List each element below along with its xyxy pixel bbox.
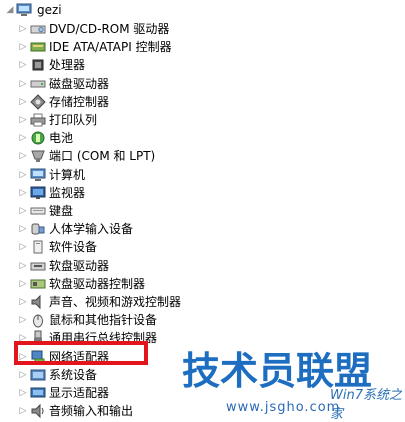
battery-icon	[30, 130, 46, 146]
tree-item-label: 磁盘驱动器	[49, 76, 110, 91]
collapsed-arrow-icon[interactable]: ▷	[16, 184, 30, 202]
tree-item-label: 监视器	[49, 185, 86, 200]
collapsed-arrow-icon[interactable]: ▷	[16, 275, 30, 293]
collapsed-arrow-icon[interactable]: ▷	[16, 220, 30, 238]
tree-item-label: 键盘	[49, 204, 74, 218]
processor-icon	[30, 57, 46, 73]
tree-item-label: 存储控制器	[49, 94, 110, 109]
collapsed-arrow-icon[interactable]: ▷	[16, 20, 30, 38]
highlight-rectangle	[14, 341, 148, 365]
collapsed-arrow-icon[interactable]: ▷	[16, 93, 30, 111]
mouse-icon	[30, 312, 46, 328]
tree-item-label: 计算机	[49, 167, 86, 182]
collapsed-arrow-icon[interactable]: ▷	[16, 147, 30, 165]
tree-item-label: 显示适配器	[49, 386, 110, 400]
collapsed-arrow-icon[interactable]: ▷	[16, 238, 30, 256]
tree-item[interactable]: ▷ 软盘驱动器	[16, 257, 109, 275]
watermark: 技术员联盟 Win7系统之家 www.jsgho.com	[182, 340, 405, 422]
computer-icon	[16, 2, 32, 18]
collapsed-arrow-icon[interactable]: ▷	[16, 129, 30, 147]
root-label: gezi	[37, 3, 62, 17]
monitor-icon	[30, 185, 46, 201]
collapsed-arrow-icon[interactable]: ▷	[16, 293, 30, 311]
collapsed-arrow-icon[interactable]: ▷	[16, 56, 30, 74]
watermark-subtitle: Win7系统之家	[330, 388, 402, 422]
tree-item-label: 软件设备	[49, 240, 98, 255]
tree-item-label: 端口 (COM 和 LPT)	[49, 149, 156, 164]
software-device-icon	[30, 239, 46, 255]
tree-root-node[interactable]: ◢ gezi	[4, 1, 62, 19]
floppy-controller-icon	[30, 276, 46, 292]
keyboard-icon	[30, 203, 46, 219]
display-adapter-icon	[30, 385, 46, 401]
floppy-drive-icon	[30, 258, 46, 274]
computer-icon	[30, 167, 46, 183]
tree-item-label: 处理器	[49, 58, 86, 73]
storage-controller-icon	[30, 94, 46, 110]
tree-item[interactable]: ▷ 磁盘驱动器	[16, 75, 109, 93]
port-icon	[30, 148, 46, 164]
tree-item-label: 电池	[49, 131, 74, 146]
dvd-drive-icon	[30, 21, 46, 37]
tree-item[interactable]: ▷ DVD/CD-ROM 驱动器	[16, 20, 170, 38]
collapsed-arrow-icon[interactable]: ▷	[16, 257, 30, 275]
tree-item-label: 鼠标和其他指针设备	[49, 313, 158, 328]
speaker-icon	[30, 294, 46, 310]
collapsed-arrow-icon[interactable]: ▷	[16, 384, 30, 402]
tree-item-label: 软盘驱动器控制器	[49, 276, 146, 291]
tree-item[interactable]: ▷ 打印队列	[16, 111, 97, 129]
tree-item[interactable]: ▷ IDE ATA/ATAPI 控制器	[16, 38, 172, 56]
tree-item-label: 音频输入和输出	[49, 404, 134, 419]
collapsed-arrow-icon[interactable]: ▷	[16, 311, 30, 329]
tree-item[interactable]: ▷ 软盘驱动器控制器	[16, 275, 145, 293]
tree-item[interactable]: ▷ 声音、视频和游戏控制器	[16, 293, 181, 311]
printer-icon	[30, 112, 46, 128]
collapsed-arrow-icon[interactable]: ▷	[16, 402, 30, 420]
collapsed-arrow-icon[interactable]: ▷	[16, 366, 30, 384]
hid-icon	[30, 221, 46, 237]
tree-item[interactable]: ▷ 系统设备	[16, 366, 97, 384]
device-tree: ◢ gezi ▷ DVD/CD-ROM 驱动器 ▷ IDE ATA/ATAPI 控制器…	[0, 0, 405, 422]
tree-item[interactable]: ▷ 端口 (COM 和 LPT)	[16, 147, 156, 165]
collapsed-arrow-icon[interactable]: ▷	[16, 166, 30, 184]
tree-item-label: 软盘驱动器	[49, 258, 110, 273]
tree-item[interactable]: ▷ 电池	[16, 129, 73, 147]
tree-item[interactable]: ▷ 音频输入和输出	[16, 402, 133, 420]
tree-item-label: 系统设备	[49, 367, 98, 382]
collapsed-arrow-icon[interactable]: ▷	[16, 202, 30, 220]
tree-item-label: 人体学输入设备	[49, 222, 134, 237]
ide-controller-icon	[30, 39, 46, 55]
expanded-arrow-icon[interactable]: ◢	[4, 1, 16, 19]
tree-item[interactable]: ▷ 键盘	[16, 202, 73, 220]
tree-item[interactable]: ▷ 计算机	[16, 166, 85, 184]
tree-item[interactable]: ▷ 存储控制器	[16, 93, 109, 111]
tree-item[interactable]: ▷ 人体学输入设备	[16, 220, 133, 238]
system-device-icon	[30, 367, 46, 383]
tree-item[interactable]: ▷ 软件设备	[16, 238, 97, 256]
tree-item[interactable]: ▷ 鼠标和其他指针设备	[16, 311, 157, 329]
disk-drive-icon	[30, 76, 46, 92]
tree-item-label: 声音、视频和游戏控制器	[49, 295, 182, 309]
tree-item-label: DVD/CD-ROM 驱动器	[49, 22, 170, 36]
collapsed-arrow-icon[interactable]: ▷	[16, 38, 30, 56]
tree-item[interactable]: ▷ 显示适配器	[16, 384, 109, 402]
watermark-url: www.jsgho.com	[226, 400, 341, 415]
collapsed-arrow-icon[interactable]: ▷	[16, 75, 30, 93]
tree-item-label: 打印队列	[49, 113, 98, 127]
tree-item-label: IDE ATA/ATAPI 控制器	[49, 40, 172, 55]
tree-item[interactable]: ▷ 处理器	[16, 56, 85, 74]
tree-item[interactable]: ▷ 监视器	[16, 184, 85, 202]
audio-icon	[30, 403, 46, 419]
collapsed-arrow-icon[interactable]: ▷	[16, 111, 30, 129]
